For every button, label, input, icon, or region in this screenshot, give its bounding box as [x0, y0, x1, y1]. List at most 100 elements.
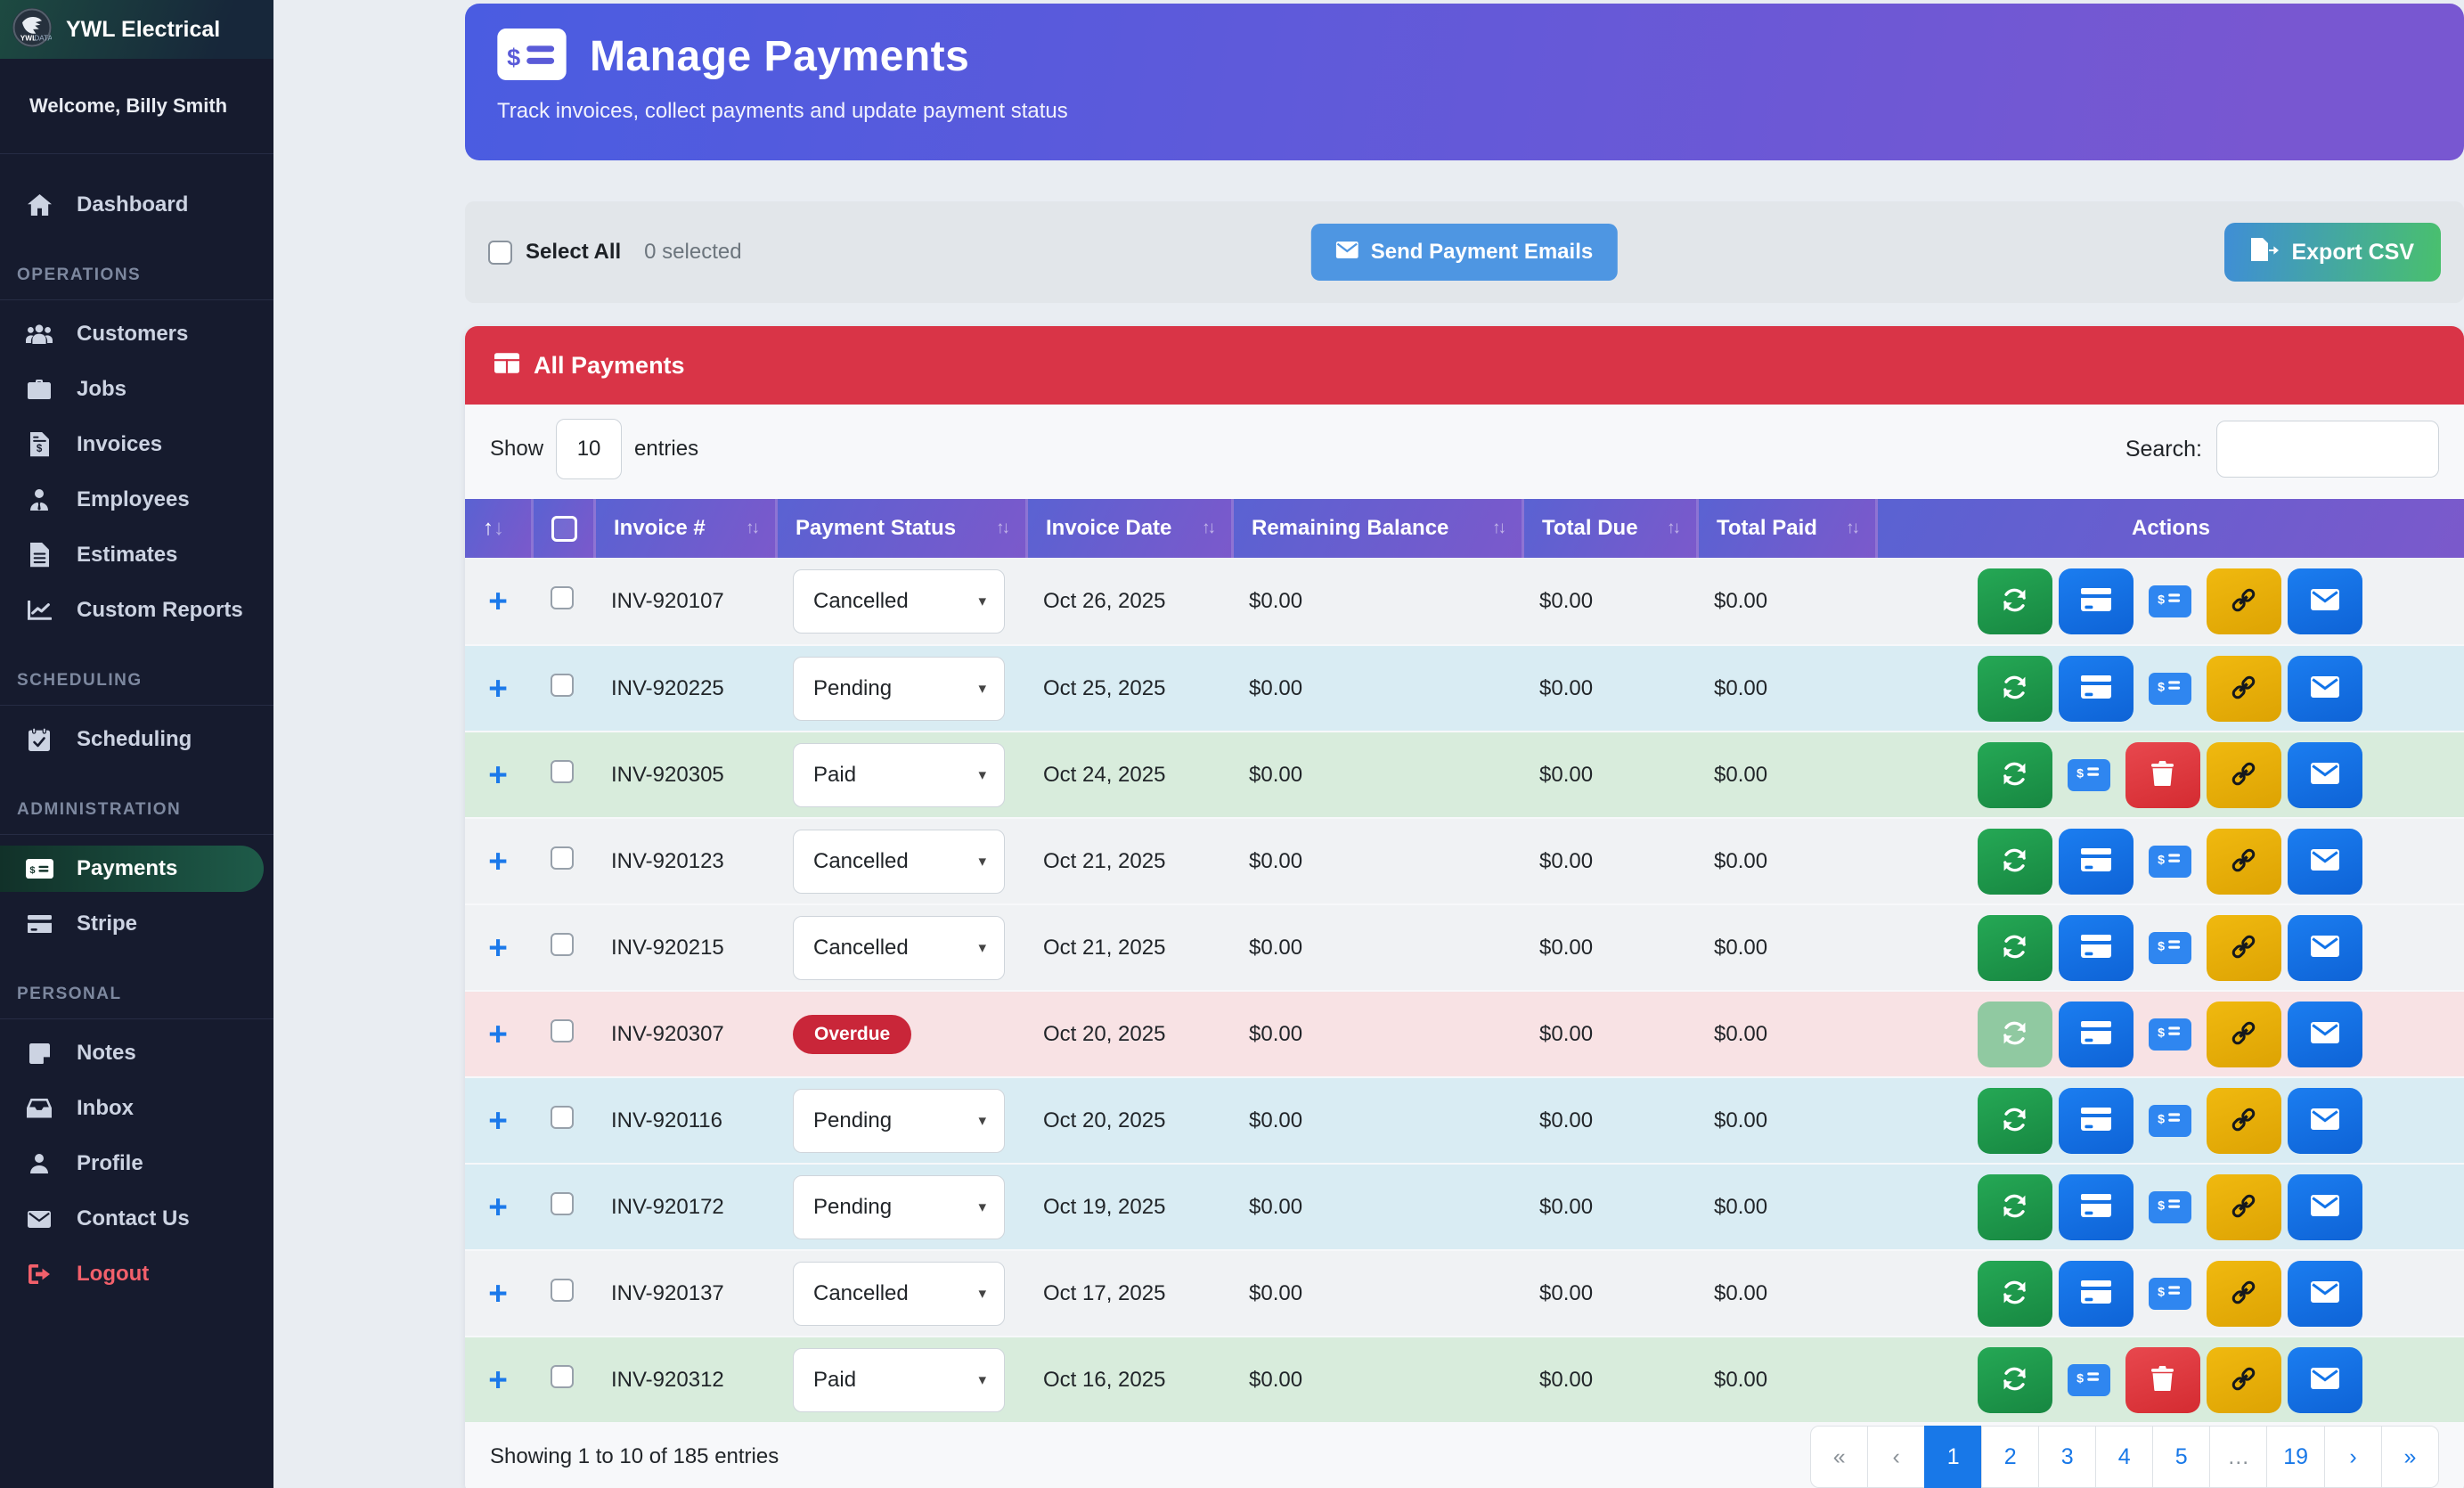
- expand-row-button[interactable]: +: [488, 845, 508, 878]
- payment-link-button[interactable]: [2207, 829, 2281, 895]
- payment-status-select[interactable]: Cancelled▾: [793, 830, 1005, 894]
- payment-status-select[interactable]: Cancelled▾: [793, 1262, 1005, 1326]
- payment-link-button[interactable]: [2207, 568, 2281, 634]
- money-check-mini-button[interactable]: $: [2149, 1105, 2191, 1137]
- money-check-mini-button[interactable]: $: [2068, 1364, 2110, 1396]
- expand-row-button[interactable]: +: [488, 672, 508, 705]
- row-checkbox[interactable]: [551, 1019, 574, 1042]
- email-invoice-button[interactable]: [2288, 656, 2362, 722]
- sidebar-item-employees[interactable]: Employees: [0, 477, 273, 523]
- sidebar-item-dashboard[interactable]: Dashboard: [0, 182, 273, 228]
- next-page-button[interactable]: ›: [2324, 1426, 2382, 1488]
- refresh-payment-button[interactable]: [1978, 568, 2052, 634]
- email-invoice-button[interactable]: [2288, 915, 2362, 981]
- charge-card-button[interactable]: [2059, 1174, 2134, 1240]
- money-check-mini-button[interactable]: $: [2149, 1278, 2191, 1310]
- sidebar-item-jobs[interactable]: Jobs: [0, 366, 273, 413]
- sort-rows-header[interactable]: ↑↓: [465, 499, 531, 558]
- row-checkbox[interactable]: [551, 1106, 574, 1129]
- money-check-mini-button[interactable]: $: [2149, 932, 2191, 964]
- payment-link-button[interactable]: [2207, 1088, 2281, 1154]
- money-check-mini-button[interactable]: $: [2149, 1018, 2191, 1051]
- email-invoice-button[interactable]: [2288, 568, 2362, 634]
- email-invoice-button[interactable]: [2288, 829, 2362, 895]
- payment-status-select[interactable]: Pending▾: [793, 657, 1005, 721]
- refresh-payment-button[interactable]: [1978, 742, 2052, 808]
- sidebar-item-notes[interactable]: Notes: [0, 1030, 273, 1076]
- export-csv-button[interactable]: Export CSV: [2224, 223, 2441, 282]
- payment-status-select[interactable]: Pending▾: [793, 1175, 1005, 1239]
- email-invoice-button[interactable]: [2288, 1261, 2362, 1327]
- row-checkbox[interactable]: [551, 760, 574, 783]
- sidebar-item-estimates[interactable]: Estimates: [0, 532, 273, 578]
- refresh-payment-button[interactable]: [1978, 829, 2052, 895]
- payment-status-select[interactable]: Cancelled▾: [793, 569, 1005, 634]
- header-select-all-checkbox[interactable]: [551, 516, 577, 542]
- email-invoice-button[interactable]: [2288, 1347, 2362, 1413]
- delete-payment-button[interactable]: [2125, 742, 2200, 808]
- expand-row-button[interactable]: +: [488, 931, 508, 964]
- money-check-mini-button[interactable]: $: [2149, 585, 2191, 617]
- refresh-payment-button[interactable]: [1978, 915, 2052, 981]
- select-all-checkbox[interactable]: [488, 241, 512, 265]
- search-input[interactable]: [2216, 421, 2439, 478]
- money-check-mini-button[interactable]: $: [2149, 1191, 2191, 1223]
- refresh-payment-button[interactable]: [1978, 1347, 2052, 1413]
- email-invoice-button[interactable]: [2288, 1088, 2362, 1154]
- email-invoice-button[interactable]: [2288, 1174, 2362, 1240]
- sidebar-item-invoices[interactable]: $Invoices: [0, 421, 273, 468]
- charge-card-button[interactable]: [2059, 1261, 2134, 1327]
- page-button[interactable]: 1: [1924, 1426, 1982, 1488]
- sidebar-item-contact-us[interactable]: Contact Us: [0, 1196, 273, 1242]
- payment-link-button[interactable]: [2207, 915, 2281, 981]
- expand-row-button[interactable]: +: [488, 1363, 508, 1396]
- expand-row-button[interactable]: +: [488, 1018, 508, 1051]
- sidebar-item-scheduling[interactable]: Scheduling: [0, 716, 273, 763]
- expand-row-button[interactable]: +: [488, 1277, 508, 1310]
- page-button[interactable]: 19: [2266, 1426, 2325, 1488]
- refresh-payment-button[interactable]: [1978, 656, 2052, 722]
- payment-link-button[interactable]: [2207, 1347, 2281, 1413]
- email-invoice-button[interactable]: [2288, 742, 2362, 808]
- expand-row-button[interactable]: +: [488, 1104, 508, 1137]
- sidebar-item-logout[interactable]: Logout: [0, 1251, 273, 1297]
- last-page-button[interactable]: »: [2381, 1426, 2439, 1488]
- page-button[interactable]: 5: [2152, 1426, 2210, 1488]
- row-checkbox[interactable]: [551, 1279, 574, 1302]
- sidebar-item-inbox[interactable]: Inbox: [0, 1085, 273, 1132]
- payment-link-button[interactable]: [2207, 742, 2281, 808]
- payment-link-button[interactable]: [2207, 1002, 2281, 1067]
- payment-link-button[interactable]: [2207, 1261, 2281, 1327]
- page-button[interactable]: 3: [2038, 1426, 2096, 1488]
- page-button[interactable]: 2: [1981, 1426, 2039, 1488]
- payment-status-select[interactable]: Cancelled▾: [793, 916, 1005, 980]
- refresh-payment-button[interactable]: [1978, 1261, 2052, 1327]
- sidebar-item-customers[interactable]: Customers: [0, 311, 273, 357]
- entries-per-page-select[interactable]: 10: [556, 419, 622, 479]
- sidebar-item-profile[interactable]: Profile: [0, 1141, 273, 1187]
- row-checkbox[interactable]: [551, 846, 574, 870]
- expand-row-button[interactable]: +: [488, 585, 508, 617]
- payment-link-button[interactable]: [2207, 1174, 2281, 1240]
- page-button[interactable]: 4: [2095, 1426, 2153, 1488]
- money-check-mini-button[interactable]: $: [2068, 759, 2110, 791]
- payment-link-button[interactable]: [2207, 656, 2281, 722]
- sidebar-item-payments[interactable]: $Payments: [0, 846, 264, 892]
- payment-status-select[interactable]: Paid▾: [793, 743, 1005, 807]
- sidebar-item-custom-reports[interactable]: Custom Reports: [0, 587, 273, 634]
- refresh-payment-button[interactable]: [1978, 1088, 2052, 1154]
- expand-row-button[interactable]: +: [488, 758, 508, 791]
- delete-payment-button[interactable]: [2125, 1347, 2200, 1413]
- charge-card-button[interactable]: [2059, 568, 2134, 634]
- charge-card-button[interactable]: [2059, 915, 2134, 981]
- charge-card-button[interactable]: [2059, 1002, 2134, 1067]
- column-header-total-paid[interactable]: Total Paid↑↓: [1696, 499, 1875, 558]
- column-header-payment-status[interactable]: Payment Status↑↓: [775, 499, 1025, 558]
- sidebar-item-stripe[interactable]: Stripe: [0, 901, 273, 947]
- column-header-remaining-balance[interactable]: Remaining Balance↑↓: [1231, 499, 1522, 558]
- row-checkbox[interactable]: [551, 1192, 574, 1215]
- charge-card-button[interactable]: [2059, 829, 2134, 895]
- email-invoice-button[interactable]: [2288, 1002, 2362, 1067]
- payment-status-select[interactable]: Paid▾: [793, 1348, 1005, 1412]
- charge-card-button[interactable]: [2059, 1088, 2134, 1154]
